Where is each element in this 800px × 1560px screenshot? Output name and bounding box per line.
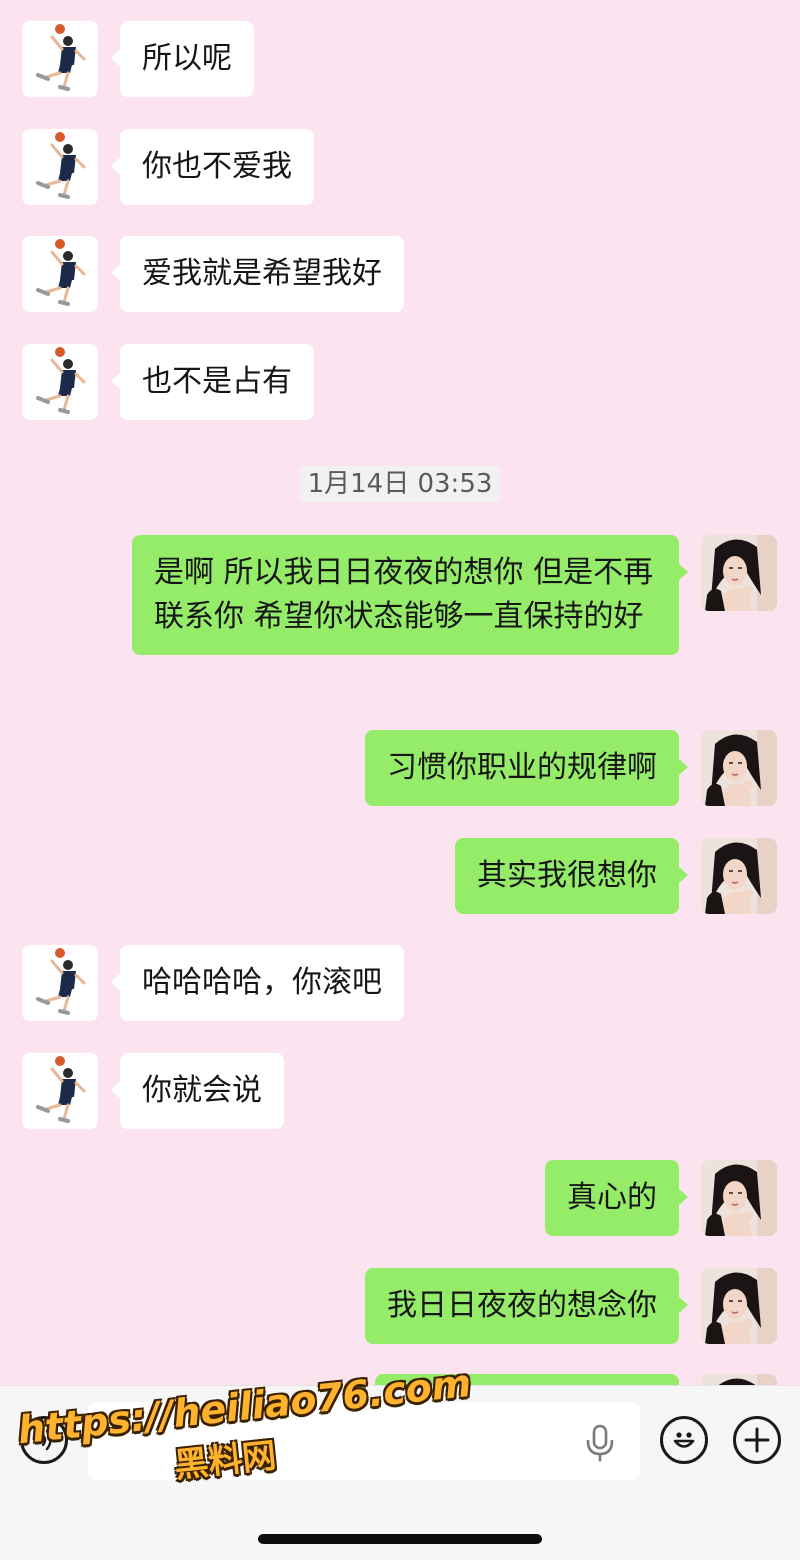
contact-avatar[interactable] [22,21,98,97]
voice-mode-button[interactable] [20,1416,68,1464]
self-avatar[interactable] [701,730,777,806]
basketball-player-avatar-icon [22,1053,98,1129]
contact-avatar[interactable] [22,344,98,420]
message-bubble-sent[interactable] [375,1374,679,1385]
self-avatar[interactable] [701,838,777,914]
message-timestamp: 1月14日 03:53 [300,466,500,502]
message-bubble-sent[interactable]: 真心的 [545,1160,688,1236]
message-bubble-received[interactable]: 你也不爱我 [111,129,314,205]
woman-portrait-avatar-icon [701,838,777,914]
basketball-player-avatar-icon [22,21,98,97]
woman-portrait-avatar-icon [701,1374,777,1385]
contact-avatar[interactable] [22,236,98,312]
woman-portrait-avatar-icon [701,1268,777,1344]
emoji-button[interactable] [660,1416,708,1464]
basketball-player-avatar-icon [22,236,98,312]
message-bubble-received[interactable]: 你就会说 [111,1053,284,1129]
emoji-icon [673,1432,695,1448]
message-bubble-sent[interactable]: 习惯你职业的规律啊 [365,730,688,806]
basketball-player-avatar-icon [22,945,98,1021]
basketball-player-avatar-icon [22,129,98,205]
message-bubble-received[interactable]: 哈哈哈哈，你滚吧 [111,945,404,1021]
message-bubble-received[interactable]: 所以呢 [111,21,254,97]
contact-avatar[interactable] [22,945,98,1021]
self-avatar[interactable] [701,1160,777,1236]
self-avatar[interactable] [701,1268,777,1344]
message-bubble-sent[interactable]: 是啊 所以我日日夜夜的想你 但是不再联系你 希望你状态能够一直保持的好 [132,535,688,655]
woman-portrait-avatar-icon [701,730,777,806]
message-input[interactable] [88,1402,640,1480]
message-bubble-received[interactable]: 爱我就是希望我好 [111,236,404,312]
plus-icon [744,1427,770,1453]
woman-portrait-avatar-icon [701,535,777,611]
home-indicator[interactable] [258,1534,542,1544]
voice-mode-icon [36,1429,52,1451]
message-bubble-sent[interactable]: 我日日夜夜的想念你 [365,1268,688,1344]
woman-portrait-avatar-icon [701,1160,777,1236]
self-avatar[interactable] [701,1374,777,1385]
contact-avatar[interactable] [22,1053,98,1129]
chat-area[interactable]: 所以呢 你也不爱我 爱我就是希望我好 也不是占有 1月14日 03:53 是啊 … [0,0,800,1385]
microphone-icon[interactable] [584,1424,616,1462]
message-bubble-sent[interactable]: 其实我很想你 [455,838,688,914]
basketball-player-avatar-icon [22,344,98,420]
self-avatar[interactable] [701,535,777,611]
more-actions-button[interactable] [733,1416,781,1464]
message-bubble-received[interactable]: 也不是占有 [111,344,314,420]
contact-avatar[interactable] [22,129,98,205]
